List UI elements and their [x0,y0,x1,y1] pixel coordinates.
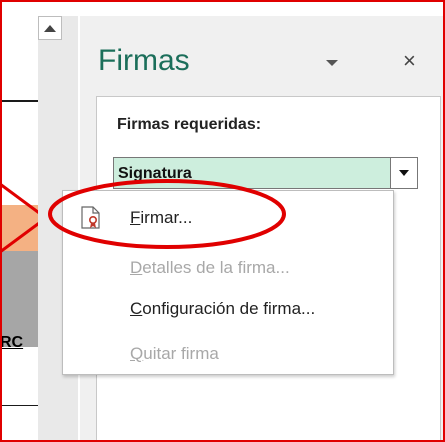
menu-item-details-label: etalles de la firma... [142,258,290,277]
menu-item-setup-mnemonic: C [130,299,143,318]
menu-item-remove-mnemonic: Q [130,344,144,363]
cell-text: RC [0,334,24,351]
menu-item-signature-setup[interactable]: Configuración de firma... [130,299,315,319]
gray-cell [0,251,38,347]
menu-item-setup-label: onfiguración de firma... [142,299,316,318]
menu-item-remove-label: uitar firma [143,344,219,363]
pane-title: Firmas [98,44,190,77]
signature-context-menu [62,190,394,375]
menu-item-sign-label: irmar... [140,208,193,227]
certificate-icon [81,206,100,229]
dropdown-arrow-icon[interactable] [390,157,418,189]
pane-options-icon[interactable] [326,60,338,66]
menu-item-details-mnemonic: D [130,258,143,277]
menu-item-remove: Quitar firma [130,344,219,364]
grid-line [0,405,38,406]
scroll-up-icon[interactable] [38,16,62,40]
menu-item-details: Detalles de la firma... [130,258,290,278]
menu-item-sign[interactable]: Firmar... [130,208,192,228]
close-icon[interactable]: × [403,48,416,74]
signature-combo-value: Signatura [118,165,192,182]
required-signatures-label: Firmas requeridas: [117,116,262,133]
menu-item-sign-mnemonic: F [130,208,141,227]
